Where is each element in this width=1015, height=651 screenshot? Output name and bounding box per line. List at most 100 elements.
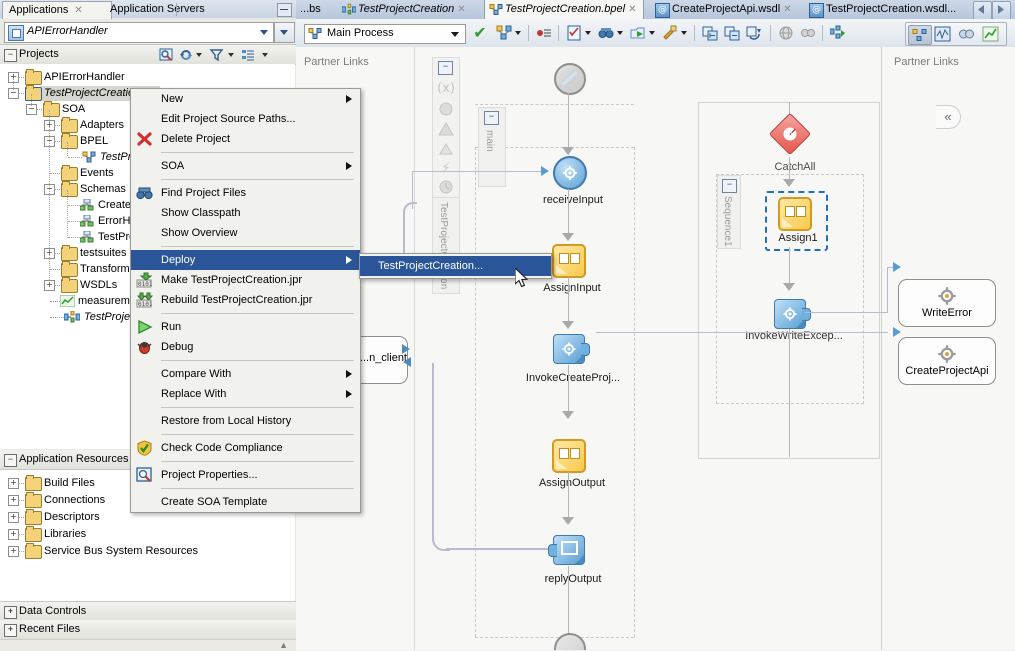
palette-collapse-toggle[interactable]: − (438, 61, 453, 75)
menu-item-show-overview[interactable]: Show Overview (131, 223, 360, 243)
refresh-diagram-icon[interactable] (746, 25, 762, 41)
correlation-sets-icon[interactable] (437, 100, 455, 118)
expand-toggle-icon[interactable]: + (4, 606, 17, 619)
event-handlers-icon[interactable]: ⚡ (437, 160, 455, 178)
history-view-button[interactable] (956, 25, 978, 43)
run-ant-icon[interactable] (662, 25, 678, 41)
menu-item-restore-from-local-history[interactable]: Restore from Local History (131, 411, 360, 431)
menu-item-make[interactable]: 0101 Make TestProjectCreation.jpr (131, 270, 360, 290)
chevron-down-icon[interactable] (585, 31, 591, 35)
menu-item-edit-project-source-paths[interactable]: Edit Project Source Paths... (131, 109, 360, 129)
expand-toggle-icon[interactable]: + (4, 624, 17, 637)
editor-tab-testprojectcreation-bpel[interactable]: TestProjectCreation.bpel ✕ (484, 0, 644, 19)
close-icon[interactable]: ✕ (457, 4, 465, 15)
filter-dropdown-icon[interactable] (228, 53, 234, 57)
globe-icon[interactable] (778, 25, 794, 41)
main-scope-collapse-toggle[interactable]: − (484, 111, 499, 125)
editor-tab-bs[interactable]: ...bs (300, 0, 321, 19)
write-error-partner-link[interactable]: WriteError (898, 279, 996, 327)
source-view-button[interactable] (932, 25, 954, 43)
invoke-write-exception-node[interactable]: InvokeWriteExcep... (745, 299, 843, 342)
menu-item-deploy[interactable]: Deploy (131, 250, 360, 270)
menu-item-show-classpath[interactable]: Show Classpath (131, 203, 360, 223)
editor-tab-testprojectcreation-wsdl[interactable]: @ TestProjectCreation.wsdl... (806, 0, 962, 19)
menu-item-delete-project[interactable]: Delete Project (131, 129, 360, 149)
create-project-api-partner-link[interactable]: CreateProjectApi (898, 337, 996, 385)
deploy-icon[interactable] (630, 25, 646, 41)
menu-item-check-code-compliance[interactable]: Check Code Compliance (131, 438, 360, 458)
chevron-down-icon[interactable] (617, 31, 623, 35)
monitor-icon[interactable] (800, 25, 816, 41)
tree-item-label: Adapters (80, 119, 125, 131)
validate-icon[interactable]: ✔ (472, 25, 488, 41)
close-icon[interactable]: ✕ (628, 4, 636, 15)
process-end-node[interactable] (554, 633, 586, 650)
process-start-node[interactable] (554, 63, 586, 95)
menu-item-label: Deploy (161, 254, 196, 266)
breakpoint-icon[interactable] (536, 25, 552, 41)
editor-tab-createprojectapi-wsdl[interactable]: @ CreateProjectApi.wsdl ✕ (652, 0, 798, 19)
assign-output-node[interactable]: AssignOutput (539, 439, 605, 489)
refresh-dropdown-icon[interactable] (196, 53, 202, 57)
menu-item-new[interactable]: New (131, 89, 360, 109)
menu-item-replace-with[interactable]: Replace With (131, 384, 360, 404)
reply-output-node[interactable]: replyOutput (545, 535, 601, 585)
menu-item-run[interactable]: Run (131, 317, 360, 337)
compensation-handler-icon[interactable] (437, 140, 455, 158)
list-options-dropdown-icon[interactable] (262, 53, 268, 57)
menu-item-project-properties[interactable]: Project Properties... (131, 465, 360, 485)
menu-item-rebuild[interactable]: 0101 Rebuild TestProjectCreation.jpr (131, 290, 360, 310)
design-view-button[interactable] (908, 25, 932, 45)
fault-handlers-icon[interactable] (437, 120, 455, 138)
project-context-menu[interactable]: New Edit Project Source Paths... Delete … (130, 88, 361, 513)
filter-icon[interactable] (209, 48, 224, 62)
find-icon[interactable] (598, 25, 614, 41)
invoke-create-project-node[interactable]: InvokeCreateProj... (526, 334, 620, 384)
menu-item-create-soa-template[interactable]: Create SOA Template (131, 492, 360, 512)
bpel-diagram-canvas[interactable]: Partner Links Partner Links − (x) ⚡ Test… (296, 47, 1015, 650)
menu-item-find-project-files[interactable]: Find Project Files (131, 183, 360, 203)
search-projects-icon[interactable] (159, 48, 174, 62)
close-icon[interactable]: ✕ (783, 4, 791, 15)
minimize-icon[interactable] (277, 3, 292, 17)
close-icon[interactable]: ✕ (74, 5, 82, 16)
tab-application-servers[interactable]: Application Servers (104, 0, 211, 18)
tab-applications[interactable]: Applications ✕ (2, 1, 112, 19)
chevron-down-icon[interactable] (681, 31, 687, 35)
tab-scroll-left-button[interactable] (973, 1, 992, 20)
variables-icon[interactable]: (x) (437, 80, 455, 98)
assign-input-node[interactable]: AssignInput (543, 244, 601, 294)
monitor-view-button[interactable] (980, 25, 1002, 43)
expand-all-icon[interactable] (702, 25, 718, 41)
collapse-all-icon[interactable] (724, 25, 740, 41)
chevron-down-icon[interactable] (649, 31, 655, 35)
menu-item-compare-with[interactable]: Compare With (131, 364, 360, 384)
chevron-down-icon (260, 30, 268, 35)
submenu-arrow-icon (346, 95, 352, 103)
chevron-down-icon[interactable] (515, 31, 521, 35)
bpel-structure-icon[interactable] (496, 25, 512, 41)
projects-collapse-toggle[interactable]: − (4, 49, 17, 62)
catch-all-node[interactable]: CatchAll (768, 112, 815, 173)
refresh-icon[interactable] (179, 48, 194, 62)
checklist-icon[interactable] (566, 25, 582, 41)
termination-handler-icon[interactable] (437, 178, 455, 196)
editor-tab-testprojectcreation[interactable]: TestProjectCreation ✕ (340, 0, 472, 19)
menu-item-soa[interactable]: SOA (131, 156, 360, 176)
tab-scroll-right-button[interactable] (992, 1, 1011, 20)
recent-files-panel-header[interactable]: + Recent Files (0, 620, 296, 640)
menu-item-debug[interactable]: Debug (131, 337, 360, 357)
res-item-label: Service Bus System Resources (44, 545, 199, 557)
deploy-composite-icon[interactable] (829, 25, 846, 41)
scroll-up-caret-icon[interactable]: ▲ (279, 640, 288, 650)
application-menu-button[interactable] (274, 22, 295, 43)
sequence1-collapse-toggle[interactable]: − (722, 179, 737, 193)
application-selector[interactable]: APIErrorHandler (4, 22, 274, 43)
assign1-node[interactable]: Assign1 (778, 197, 818, 244)
app-resources-collapse-toggle[interactable]: − (4, 454, 17, 467)
receive-input-node[interactable]: receiveInput (543, 156, 603, 206)
collapse-panel-chevron-icon[interactable]: « (936, 105, 961, 129)
list-options-icon[interactable] (241, 48, 256, 62)
data-controls-panel-header[interactable]: + Data Controls (0, 601, 296, 622)
process-selector[interactable]: Main Process (304, 24, 466, 44)
